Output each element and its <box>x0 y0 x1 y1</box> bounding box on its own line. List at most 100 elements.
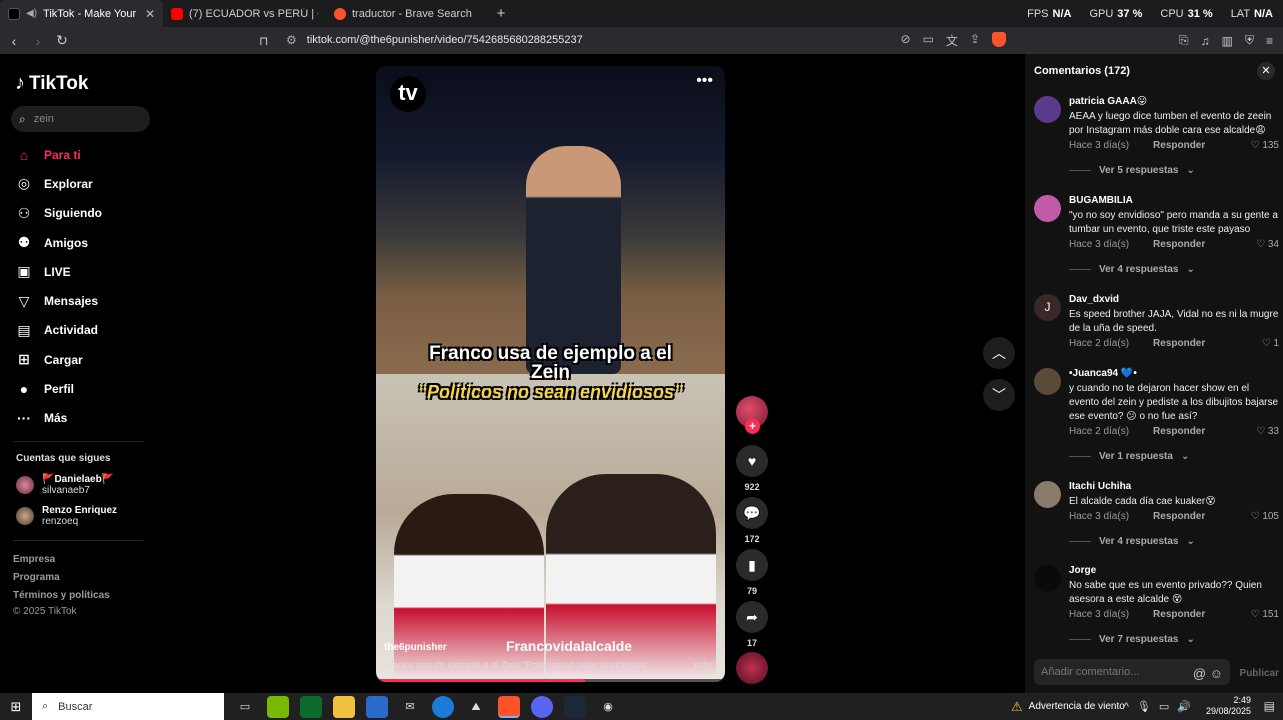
sidebar-item-actividad[interactable]: ▤ Actividad <box>16 316 102 345</box>
commenter-name[interactable]: patricia GAAA😛 <box>1069 96 1147 107</box>
more-options-icon[interactable]: ••• <box>696 72 713 90</box>
file-explorer-icon[interactable] <box>333 695 355 718</box>
next-video-chevron-down-icon[interactable]: ﹀ <box>983 379 1015 411</box>
xbox-icon[interactable] <box>300 695 322 718</box>
follow-plus-icon[interactable]: + <box>745 419 760 434</box>
comment-icon[interactable]: 💬 <box>736 497 768 529</box>
sidebar-item-mensajes[interactable]: ▽ Mensajes <box>16 286 102 315</box>
reply-button[interactable]: Responder <box>1153 609 1205 620</box>
commenter-avatar[interactable]: J <box>1034 294 1061 321</box>
sidebar-item-mas[interactable]: ··· Más <box>16 404 102 433</box>
cast-icon[interactable]: ▭ <box>923 32 934 49</box>
view-replies-button[interactable]: Ver 7 respuestas ⌄ <box>1069 634 1195 645</box>
steam-icon[interactable] <box>564 695 586 718</box>
video-progress-bar[interactable] <box>376 679 725 682</box>
following-account[interactable]: Renzo Enriquez renzoeq <box>16 505 117 527</box>
media-control-icon[interactable]: ♫ <box>1201 34 1210 48</box>
site-settings-icon[interactable]: ⚙ <box>286 33 297 47</box>
comment-like[interactable]: ♡ 135 <box>1251 140 1279 151</box>
bookmark-save-icon[interactable]: ▮ <box>736 549 768 581</box>
tab-tiktok[interactable]: ◀) TikTok - Make Your Day ✕ <box>0 0 163 27</box>
description-more-link[interactable]: más <box>694 660 713 671</box>
tab-youtube[interactable]: (7) ECUADOR vs PERÚ | CUARTOS DE <box>163 0 326 27</box>
comment-like[interactable]: ♡ 34 <box>1256 239 1279 250</box>
comment-like[interactable]: ♡ 1 <box>1262 338 1279 349</box>
comment-like[interactable]: ♡ 33 <box>1256 426 1279 437</box>
tiktok-logo[interactable]: ♪ TikTok <box>15 72 88 95</box>
music-disc-icon[interactable] <box>736 652 768 684</box>
new-tab-button[interactable]: + <box>489 5 513 22</box>
commenter-avatar[interactable] <box>1034 368 1061 395</box>
media-icon[interactable]: ⊘ <box>901 32 911 49</box>
commenter-name[interactable]: BUGAMBILIA <box>1069 195 1133 206</box>
following-account[interactable]: 🚩Danielaeb🚩 silvanaeb7 <box>16 474 114 496</box>
audio-icon[interactable]: ◀) <box>26 8 37 19</box>
commenter-name[interactable]: •Juanca94 💙• <box>1069 368 1137 379</box>
reply-button[interactable]: Responder <box>1153 511 1205 522</box>
reply-button[interactable]: Responder <box>1153 426 1205 437</box>
brave-shields-icon[interactable] <box>992 31 1006 47</box>
video-player[interactable]: tv ••• Franco usa de ejemplo a el Zein “P… <box>376 66 725 682</box>
reply-button[interactable]: Responder <box>1153 140 1205 151</box>
chrome-icon[interactable]: ◉ <box>597 696 619 718</box>
share-icon[interactable]: ⇪ <box>970 32 980 49</box>
view-replies-button[interactable]: Ver 1 respuesta ⌄ <box>1069 451 1189 462</box>
post-comment-button[interactable]: Publicar <box>1240 668 1279 679</box>
weather-warning[interactable]: ⚠ Advertencia de viento <box>1011 693 1125 720</box>
close-comments-icon[interactable]: ✕ <box>1257 62 1275 80</box>
reload-icon[interactable]: ↻ <box>52 32 72 49</box>
forward-icon[interactable]: › <box>28 33 48 49</box>
previous-video-chevron-up-icon[interactable]: ︿ <box>983 337 1015 369</box>
close-tab-icon[interactable]: ✕ <box>145 7 155 21</box>
chevron-up-icon[interactable]: ^ <box>1124 701 1129 713</box>
commenter-avatar[interactable] <box>1034 565 1061 592</box>
comment-like[interactable]: ♡ 105 <box>1251 511 1279 522</box>
sidebar-item-perfil[interactable]: ● Perfil <box>16 374 102 403</box>
view-replies-button[interactable]: Ver 4 respuestas ⌄ <box>1069 536 1195 547</box>
search-input[interactable]: ⌕ zein <box>11 106 150 132</box>
commenter-name[interactable]: Itachi Uchiha <box>1069 481 1131 492</box>
like-heart-icon[interactable]: ♥ <box>736 445 768 477</box>
bookmark-icon[interactable]: ⊓ <box>259 34 268 48</box>
sidebar-item-amigos[interactable]: ⚉ Amigos <box>16 228 102 257</box>
edge-icon[interactable] <box>432 695 454 718</box>
network-icon[interactable]: ▭ <box>1159 700 1169 713</box>
discord-icon[interactable] <box>531 695 553 718</box>
sidebar-item-explorar[interactable]: ◎ Explorar <box>16 169 102 198</box>
commenter-avatar[interactable] <box>1034 195 1061 222</box>
commenter-avatar[interactable] <box>1034 96 1061 123</box>
footer-link-programa[interactable]: Programa <box>13 572 60 583</box>
taskbar-search[interactable]: ⌕ Buscar <box>32 693 224 720</box>
tab-brave-search[interactable]: traductor - Brave Search <box>326 0 489 27</box>
footer-link-empresa[interactable]: Empresa <box>13 554 55 565</box>
mail-icon[interactable]: ✉ <box>399 696 421 718</box>
mention-icon[interactable]: @ <box>1193 666 1206 681</box>
translate-icon[interactable]: 文 <box>946 32 958 49</box>
microphone-icon[interactable]: 🎙 <box>1137 700 1151 713</box>
screenshot-icon[interactable]: ⎘ <box>1179 33 1189 48</box>
reply-button[interactable]: Responder <box>1153 338 1205 349</box>
emoji-icon[interactable]: ☺ <box>1210 666 1223 681</box>
brave-icon[interactable] <box>498 695 520 718</box>
url-field[interactable]: ⚙ tiktok.com/@the6punisher/video/7542685… <box>286 29 1006 51</box>
store-icon[interactable] <box>366 695 388 718</box>
vpn-icon[interactable]: ⛨ <box>1245 33 1254 48</box>
taskbar-clock[interactable]: 2:49 29/08/2025 <box>1206 695 1251 717</box>
view-replies-button[interactable]: Ver 4 respuestas ⌄ <box>1069 264 1195 275</box>
task-view-icon[interactable]: ▭ <box>234 696 256 718</box>
video-author[interactable]: the6punisher <box>384 642 447 653</box>
sidebar-item-live[interactable]: ▣ LIVE <box>16 257 102 286</box>
sidebar-toggle-icon[interactable]: ▥ <box>1222 34 1233 48</box>
notification-icon[interactable]: ▤ <box>1264 699 1275 713</box>
comment-like[interactable]: ♡ 151 <box>1251 609 1279 620</box>
nvidia-icon[interactable] <box>267 695 289 718</box>
menu-icon[interactable]: ≡ <box>1266 34 1273 48</box>
reply-button[interactable]: Responder <box>1153 239 1205 250</box>
sidebar-item-cargar[interactable]: ⊞ Cargar <box>16 345 102 374</box>
view-replies-button[interactable]: Ver 5 respuestas ⌄ <box>1069 165 1195 176</box>
volume-icon[interactable]: 🔊 <box>1177 700 1191 713</box>
commenter-name[interactable]: Dav_dxvid <box>1069 294 1119 305</box>
commenter-avatar[interactable] <box>1034 481 1061 508</box>
footer-link-terminos[interactable]: Términos y políticas <box>13 590 110 601</box>
app-icon[interactable]: ⛰ <box>465 696 487 718</box>
